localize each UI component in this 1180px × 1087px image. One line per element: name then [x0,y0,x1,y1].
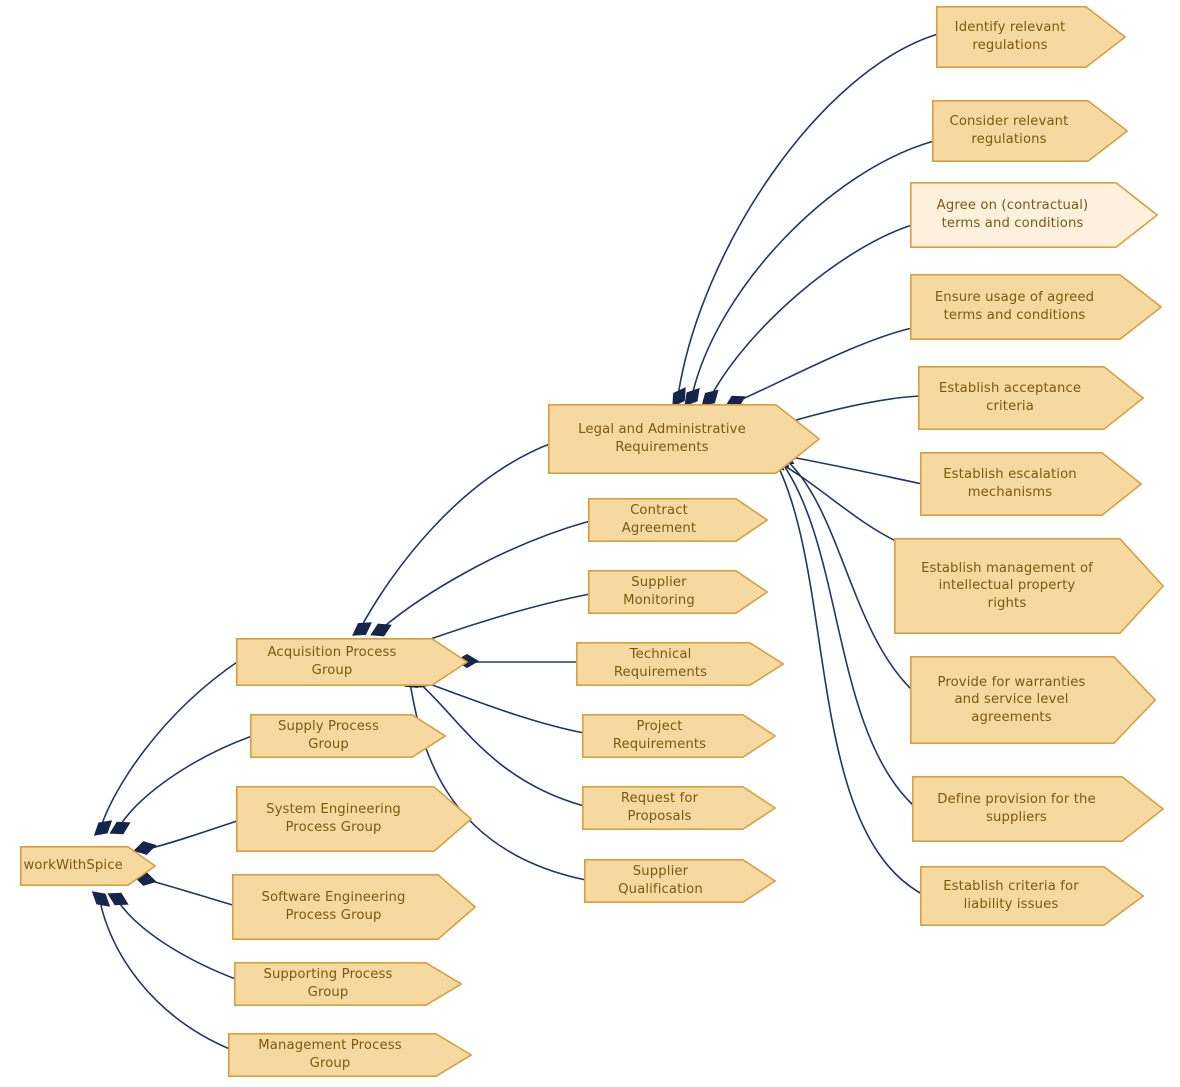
edge-workWithSpice-to-supporting [117,900,239,981]
node-supplierMonitoring[interactable]: Supplier Monitoring [588,570,768,614]
node-softwareEng[interactable]: Software Engineering Process Group [232,874,476,940]
node-label-escalationMechanisms: Establish escalation mechanisms [943,467,1077,500]
node-management[interactable]: Management Process Group [228,1033,472,1077]
node-label-projectRequirements: Project Requirements [612,719,707,752]
edge-acquisition-to-projectRequirements [423,681,585,734]
edge-workWithSpice-to-softwareEng [143,878,237,907]
edge-workWithSpice-to-acquisition [99,659,241,831]
edge-acquisition-to-legal [359,442,553,630]
node-label-supplierQualification: Supplier Qualification [618,864,703,897]
node-ensureUsage[interactable]: Ensure usage of agreed terms and conditi… [910,274,1162,340]
node-label-supply: Supply Process Group [277,719,379,752]
node-acquisition[interactable]: Acquisition Process Group [236,638,468,686]
edge-workWithSpice-to-management [99,900,233,1051]
node-label-technicalRequirements: Technical Requirements [613,647,708,680]
node-label-supporting: Supporting Process Group [263,967,393,1000]
node-label-supplierMonitoring: Supplier Monitoring [623,575,695,608]
composition-diamond-workWithSpice-to-supporting [107,892,129,906]
node-supplierQualification[interactable]: Supplier Qualification [584,859,776,903]
node-supporting[interactable]: Supporting Process Group [234,962,462,1006]
edge-workWithSpice-to-systemEng [143,819,241,851]
node-label-liabilityIssues: Establish criteria for liability issues [943,879,1079,912]
node-liabilityIssues[interactable]: Establish criteria for liability issues [920,866,1144,926]
node-requestForProposals[interactable]: Request for Proposals [582,786,776,830]
node-label-legal: Legal and Administrative Requirements [578,422,746,455]
node-technicalRequirements[interactable]: Technical Requirements [576,642,784,686]
node-label-warranties: Provide for warranties and service level… [937,674,1086,725]
node-label-ipRights: Establish management of intellectual pro… [921,560,1093,611]
node-projectRequirements[interactable]: Project Requirements [582,714,776,758]
node-label-acquisition: Acquisition Process Group [267,645,397,678]
edge-acquisition-to-contractAgreement [379,520,591,631]
node-ipRights[interactable]: Establish management of intellectual pro… [894,538,1164,634]
edge-legal-to-ensureUsage [735,327,913,403]
edge-legal-to-liabilityIssues [775,461,923,895]
node-label-identifyRegulations: Identify relevant regulations [954,20,1066,53]
composition-diamond-workWithSpice-to-acquisition [93,820,113,836]
node-warranties[interactable]: Provide for warranties and service level… [910,656,1156,744]
node-label-contractAgreement: Contract Agreement [621,503,697,536]
node-label-management: Management Process Group [258,1038,402,1071]
node-label-acceptanceCriteria: Establish acceptance criteria [938,381,1082,414]
composition-diamond-workWithSpice-to-management [91,891,111,907]
node-identifyRegulations[interactable]: Identify relevant regulations [936,6,1126,68]
node-considerRegulations[interactable]: Consider relevant regulations [932,100,1128,162]
node-label-softwareEng: Software Engineering Process Group [261,890,406,923]
composition-diamond-workWithSpice-to-supply [109,821,131,835]
edge-workWithSpice-to-supply [117,735,253,830]
node-label-systemEng: System Engineering Process Group [266,802,401,835]
node-workWithSpice[interactable]: workWithSpice [20,846,156,886]
edge-legal-to-considerRegulations [691,140,935,397]
node-label-considerRegulations: Consider relevant regulations [949,114,1069,147]
node-label-requestForProposals: Request for Proposals [620,791,699,824]
edge-legal-to-identifyRegulations [677,33,939,397]
node-supply[interactable]: Supply Process Group [250,714,446,758]
node-escalationMechanisms[interactable]: Establish escalation mechanisms [920,452,1142,516]
node-legal[interactable]: Legal and Administrative Requirements [548,404,820,474]
node-label-agreeTerms: Agree on (contractual) terms and conditi… [936,198,1089,231]
node-contractAgreement[interactable]: Contract Agreement [588,498,768,542]
diagram-canvas: workWithSpice Acquisition Process Group Su… [0,0,1180,1087]
node-acceptanceCriteria[interactable]: Establish acceptance criteria [918,366,1144,430]
edge-legal-to-agreeTerms [709,224,913,399]
node-label-workWithSpice: workWithSpice [23,858,123,874]
node-supplierProvision[interactable]: Define provision for the suppliers [912,776,1164,842]
node-label-supplierProvision: Define provision for the suppliers [937,792,1096,825]
node-label-ensureUsage: Ensure usage of agreed terms and conditi… [934,290,1095,323]
edge-legal-to-warranties [783,457,913,691]
node-systemEng[interactable]: System Engineering Process Group [236,786,472,852]
node-agreeTerms[interactable]: Agree on (contractual) terms and conditi… [910,182,1158,248]
